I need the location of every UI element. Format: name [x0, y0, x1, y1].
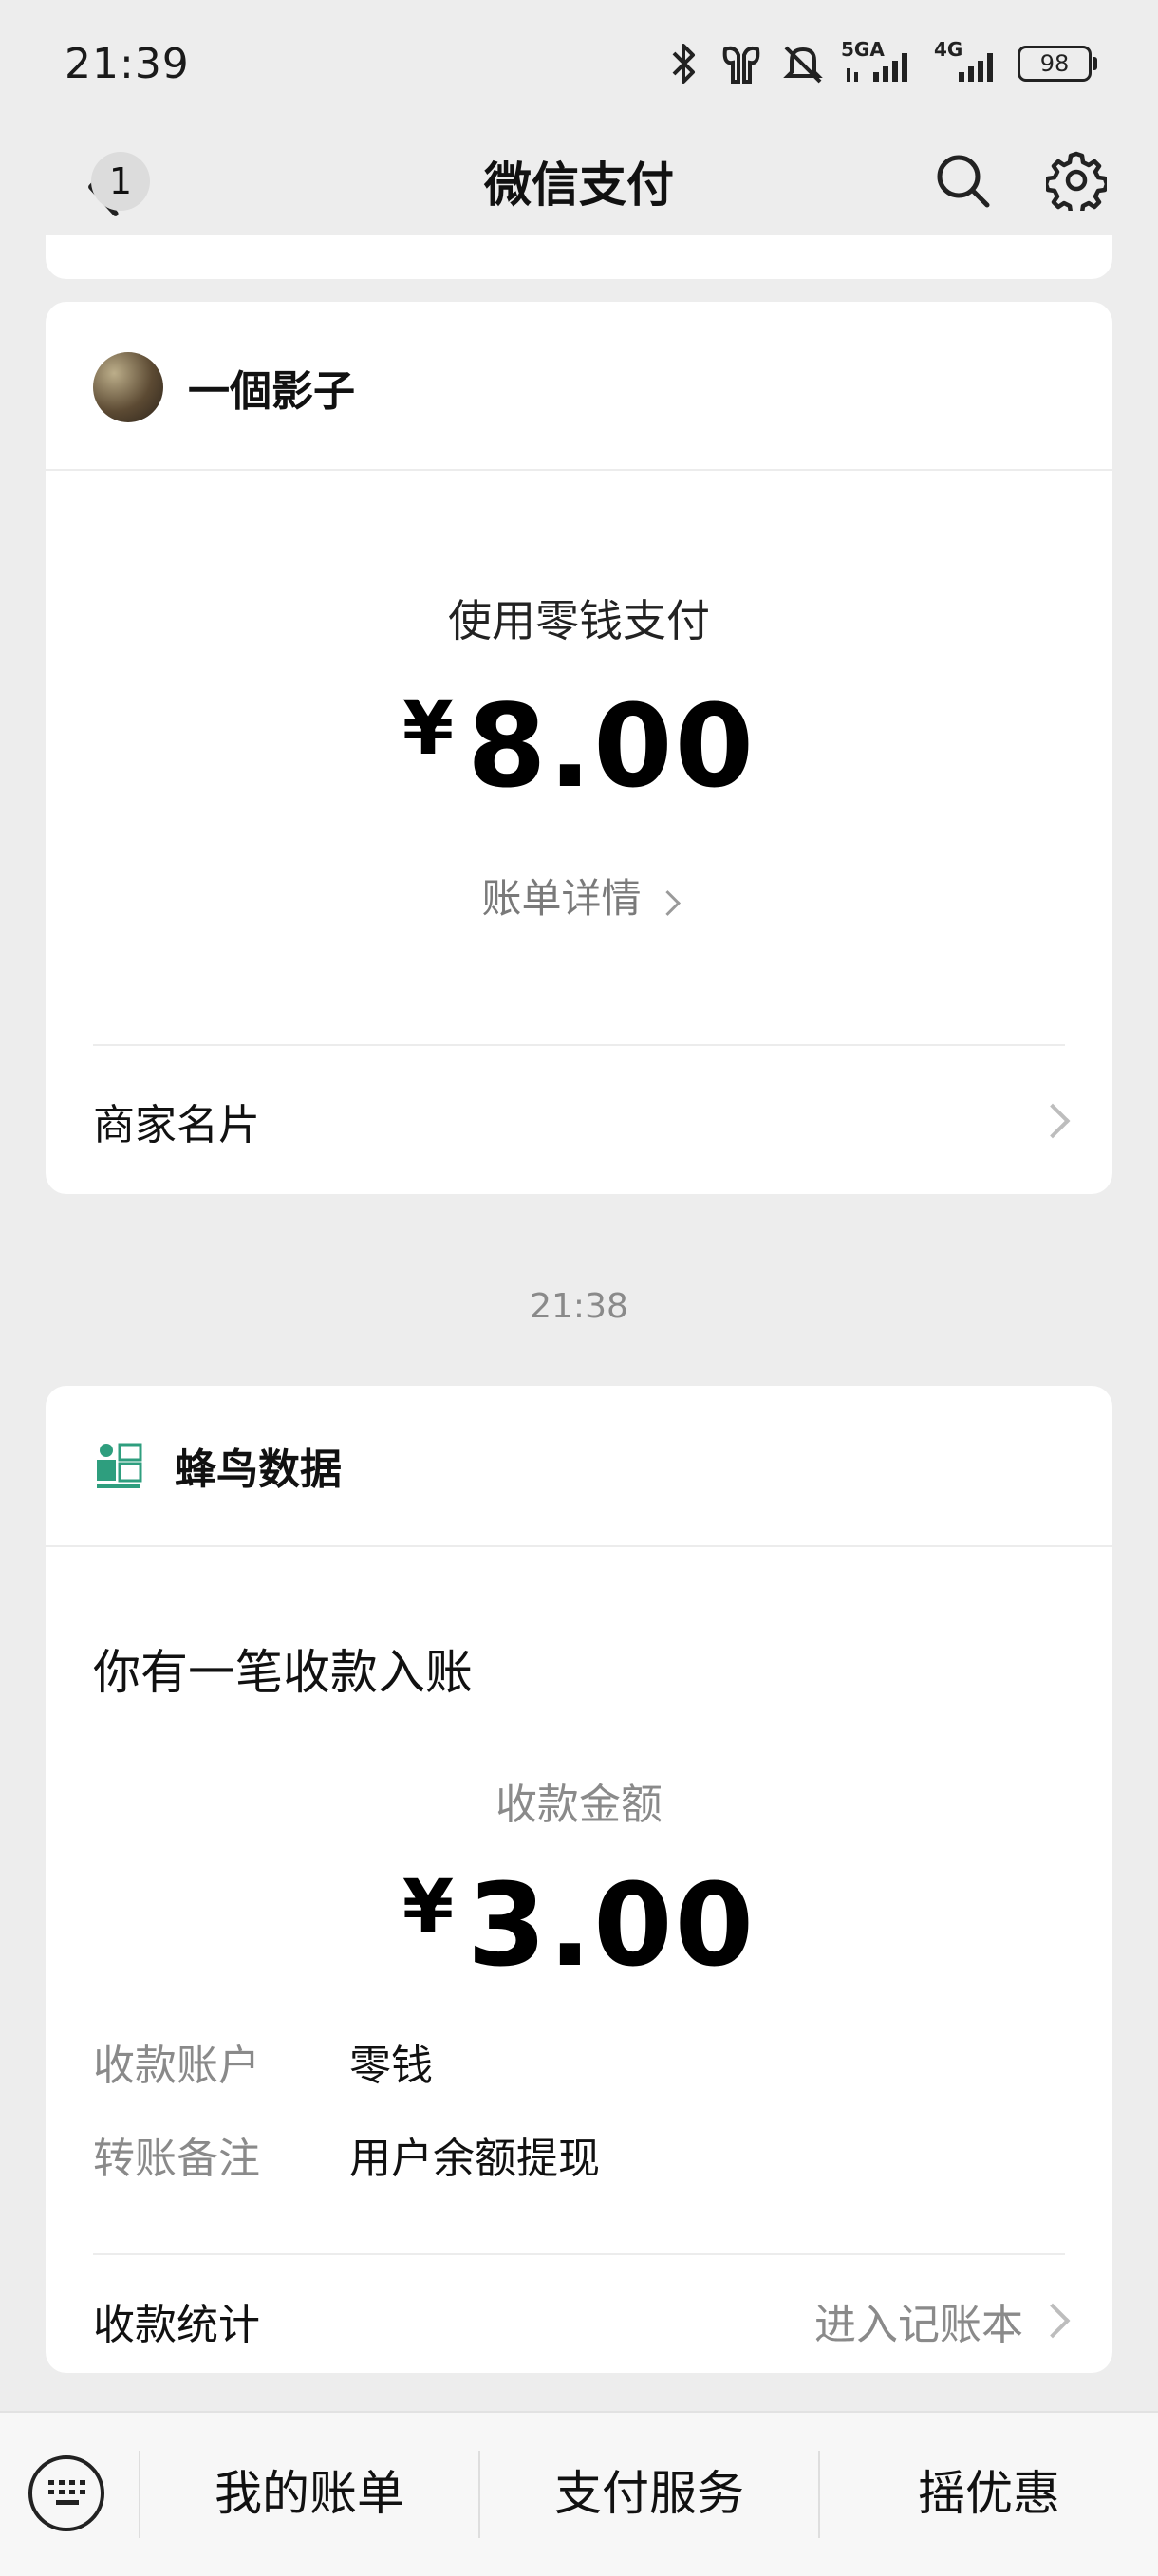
muted-bell-icon [783, 46, 823, 84]
divider [93, 1044, 1065, 1046]
receipt-stats-row[interactable]: 收款统计 进入记账本 [93, 2287, 1071, 2354]
tab-payment-services[interactable]: 支付服务 [480, 2455, 818, 2531]
message-timestamp: 21:38 [530, 1287, 628, 1326]
chevron-right-icon [654, 890, 681, 916]
chevron-right-icon [1035, 2303, 1071, 2339]
merchant-name: 一個影子 [188, 367, 355, 416]
receiving-account-value: 零钱 [349, 2042, 433, 2090]
transfer-remark-value: 用户余额提现 [349, 2135, 600, 2183]
status-time: 21:39 [65, 40, 190, 88]
transfer-remark-row: 转账备注 用户余额提现 [93, 2124, 600, 2185]
amount-value: 3.00 [467, 1860, 756, 1992]
merchant-header[interactable]: 一個影子 [93, 349, 355, 425]
merchant-name: 蜂鸟数据 [175, 1446, 342, 1494]
bill-details-link[interactable]: 账单详情 [46, 867, 1112, 924]
bottom-menu-bar: 我的账单 支付服务 摇优惠 [0, 2411, 1158, 2576]
bill-details-label: 账单详情 [481, 875, 642, 922]
keyboard-toggle-icon[interactable] [28, 2455, 104, 2531]
network-4g-icon: 4G [934, 38, 1000, 85]
settings-gear-icon[interactable] [1046, 150, 1107, 211]
ledger-link-label: 进入记账本 [814, 2301, 1023, 2349]
receiving-account-row: 收款账户 零钱 [93, 2031, 433, 2092]
tab-shake-offers[interactable]: 摇优惠 [820, 2455, 1158, 2531]
currency-symbol: ¥ [402, 686, 455, 772]
chevron-right-icon [1035, 1103, 1071, 1139]
divider [46, 469, 1112, 471]
merchant-logo-icon [95, 1441, 144, 1490]
bluetooth-icon [672, 44, 695, 84]
merchant-header[interactable]: 蜂鸟数据 [93, 1428, 342, 1503]
transfer-remark-key: 转账备注 [93, 2135, 260, 2183]
status-bar: 21:39 5GA 4G 98 [0, 0, 1158, 133]
avatar [93, 352, 163, 422]
amount-value: 8.00 [467, 681, 756, 813]
ledger-link[interactable]: 进入记账本 [814, 2290, 1071, 2351]
receiving-account-key: 收款账户 [93, 2042, 260, 2090]
receipt-amount: ¥3.00 [46, 1860, 1112, 1992]
receipt-notice: 你有一笔收款入账 [93, 1645, 473, 1700]
merchant-card-label: 商家名片 [93, 1101, 260, 1149]
previous-card-edge [46, 235, 1112, 279]
earbuds-icon [722, 46, 760, 84]
tab-my-bills[interactable]: 我的账单 [140, 2455, 478, 2531]
payment-method-label: 使用零钱支付 [448, 595, 710, 646]
search-icon[interactable] [934, 152, 991, 209]
receipt-card[interactable]: 蜂鸟数据 你有一笔收款入账 收款金额 ¥3.00 收款账户 零钱 转账备注 用户… [46, 1386, 1112, 2373]
battery-icon: 98 [1018, 46, 1097, 82]
status-icons: 5GA 4G 98 [668, 38, 1097, 87]
network-5g-icon: 5GA [841, 38, 917, 85]
amount-label: 收款金额 [495, 1781, 663, 1829]
currency-symbol: ¥ [402, 1865, 455, 1951]
divider [46, 1545, 1112, 1547]
keyboard-icon [48, 2480, 85, 2505]
divider [93, 2253, 1065, 2255]
receipt-stats-label: 收款统计 [93, 2301, 260, 2349]
merchant-card-row[interactable]: 商家名片 [93, 1088, 1071, 1154]
payment-card[interactable]: 一個影子 使用零钱支付 ¥8.00 账单详情 商家名片 [46, 302, 1112, 1194]
payment-amount: ¥8.00 [46, 681, 1112, 813]
